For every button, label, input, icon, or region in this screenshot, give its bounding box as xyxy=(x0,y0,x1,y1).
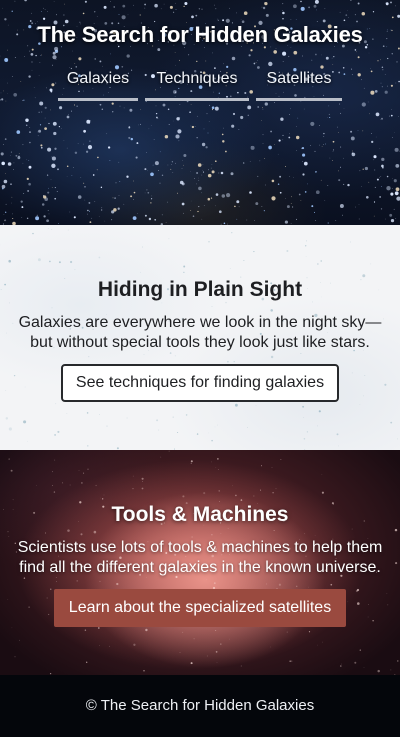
main-nav: Galaxies Techniques Satellites xyxy=(0,70,400,101)
plain-sight-text: Galaxies are everywhere we look in the n… xyxy=(18,314,382,351)
plain-sight-heading: Hiding in Plain Sight xyxy=(97,278,303,301)
tools-heading: Tools & Machines xyxy=(111,503,289,526)
tools-section: Tools & Machines Scientists use lots of … xyxy=(0,450,400,675)
techniques-button[interactable]: See techniques for finding galaxies xyxy=(60,364,340,402)
page-footer: © The Search for Hidden Galaxies xyxy=(0,675,400,737)
tools-text: Scientists use lots of tools & machines … xyxy=(17,539,383,576)
footer-copyright: © The Search for Hidden Galaxies xyxy=(85,697,315,714)
nav-link-satellites[interactable]: Satellites xyxy=(256,70,342,101)
nav-link-galaxies[interactable]: Galaxies xyxy=(58,70,138,101)
satellites-button[interactable]: Learn about the specialized satellites xyxy=(53,589,347,627)
hero-header: The Search for Hidden Galaxies Galaxies … xyxy=(0,0,400,225)
plain-sight-section: Hiding in Plain Sight Galaxies are every… xyxy=(0,225,400,450)
nav-link-techniques[interactable]: Techniques xyxy=(145,70,249,101)
site-title: The Search for Hidden Galaxies xyxy=(37,22,363,47)
